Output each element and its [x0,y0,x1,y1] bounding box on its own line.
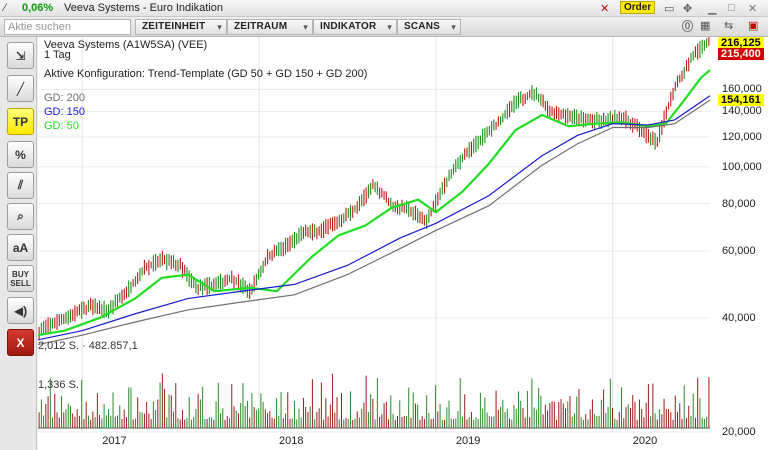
price-label-last: 215,400 [718,48,764,60]
search-input[interactable]: Aktie suchen [4,19,131,35]
chevron-down-icon: ▾ [387,22,392,32]
volume-low-label: 1,336 S. [38,379,79,391]
chevron-down-icon: ▾ [217,22,222,32]
font-tool-button[interactable]: aA [7,234,34,261]
y-tick-label: 100,000 [722,160,762,173]
chart-config: Aktive Konfiguration: Trend-Template (GD… [44,68,368,80]
percent-icon: % [15,147,26,162]
scans-dropdown[interactable]: SCANS ▾ [397,19,461,35]
y-tick-label: 120,000 [722,130,762,143]
close-window-icon[interactable]: ✕ [748,2,757,15]
indikator-label: INDIKATOR [320,21,377,32]
close-tool-button[interactable]: X [7,329,34,356]
line-tool-button[interactable]: ╱ [7,75,34,102]
cursor-icon: ⇲ [15,48,26,63]
scans-label: SCANS [404,21,441,32]
x-tick-label: 2018 [279,435,304,447]
chart-plot[interactable] [38,37,768,450]
legend-gd200: GD: 200 [44,92,85,104]
buy-sell-button[interactable]: BUY SELL [7,265,34,292]
tp-label: TP [12,114,29,129]
close-icon: X [16,335,25,350]
minimize-icon[interactable]: ▁ [708,2,716,15]
chart-interval: 1 Tag [44,49,71,61]
x-tick-label: 2017 [102,435,127,447]
parallel-lines-icon: ⫽ [17,178,24,192]
order-button[interactable]: Order [620,1,656,14]
search-icon: ⌕ [17,209,24,223]
zeiteinheit-dropdown[interactable]: ZEITEINHEIT ▾ [135,19,227,35]
parallel-tool-button[interactable]: ⫽ [7,172,34,199]
x-tick-label: 2019 [455,435,481,447]
buy-sell-label: BUY SELL [10,269,31,288]
layout-icon[interactable]: ▣ [748,19,758,32]
y-tick-label: 160,000 [722,83,762,96]
zoom-tool-button[interactable]: ⌕ [7,203,34,230]
y-tick-label: 20,000 [722,426,756,438]
zeitraum-label: ZEITRAUM [234,21,288,32]
line-icon: ╱ [16,81,25,96]
chevron-down-icon: ▾ [451,22,456,32]
chart-icon: ⁄ [4,2,6,14]
notification-count[interactable]: 0 [682,20,694,32]
printer-icon[interactable]: ▭ [664,2,674,15]
tool-sidebar: ⇲ ╱ TP % ⫽ ⌕ aA BUY SELL ◀) X [0,37,37,450]
cursor-tool-button[interactable]: ⇲ [7,42,34,69]
series-line-50 [38,69,711,337]
y-tick-label: 60,000 [722,245,756,258]
series-line-150 [38,95,711,341]
toolbar: Aktie suchen ZEITEINHEIT ▾ ZEITRAUM ▾ INDI… [0,17,768,37]
volume-high-label: 2,012 S. · 482.857,1 [38,340,138,352]
window-title: Veeva Systems - Euro Indikation [64,2,223,14]
price-label-ma: 154,161 [718,94,764,106]
y-tick-label: 140,000 [722,105,762,118]
legend-gd50: GD: 50 [44,120,79,132]
indikator-dropdown[interactable]: INDIKATOR ▾ [313,19,397,35]
font-label: aA [12,240,29,255]
y-tick-label: 40,000 [722,311,756,324]
maximize-icon[interactable]: □ [728,2,735,14]
zeiteinheit-label: ZEITEINHEIT [142,21,206,32]
chevron-down-icon: ▾ [303,22,308,32]
percent-tool-button[interactable]: % [7,141,34,168]
speaker-icon: ◀) [13,303,28,318]
move-icon[interactable]: ✥ [683,2,692,15]
sound-tool-button[interactable]: ◀) [7,297,34,324]
tp-tool-button[interactable]: TP [7,108,34,135]
title-bar: ⁄ 0,06% Veeva Systems - Euro Indikation … [0,0,768,17]
pin-off-icon[interactable]: ✕ [600,2,609,15]
share-icon[interactable]: ⇆ [724,19,733,32]
legend-gd150: GD: 150 [44,106,85,118]
x-tick-label: 2020 [632,435,658,447]
change-percent: 0,06% [22,2,54,14]
settings-icon[interactable]: ▦ [700,19,710,32]
price-chart[interactable]: Veeva Systems (A1W5SA) (VEE) 1 Tag Aktiv… [38,37,768,450]
zeitraum-dropdown[interactable]: ZEITRAUM ▾ [227,19,313,35]
y-tick-label: 80,000 [722,197,756,210]
